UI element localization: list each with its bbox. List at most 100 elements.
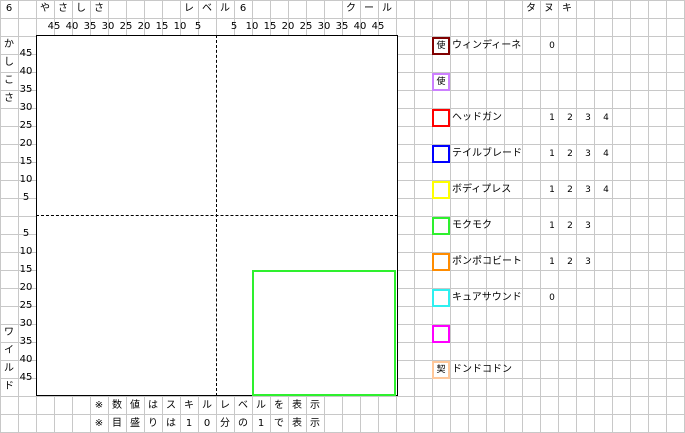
y-tick-label: 40 [19, 66, 33, 77]
note-char: 1 [257, 418, 265, 429]
easy-label-char: し [76, 3, 86, 14]
cool-label-char: ー [364, 3, 374, 14]
y-tick-label: 30 [19, 102, 33, 113]
note-char: ※ [94, 418, 104, 429]
tanuki-header-char: ヌ [544, 3, 554, 14]
x-tick-label: 40 [65, 21, 79, 32]
y-tick-label: 10 [19, 246, 33, 257]
note-char: ル [256, 400, 266, 411]
x-tick-label: 20 [137, 21, 151, 32]
legend-value: 4 [603, 185, 609, 195]
y-tick-label: 45 [19, 48, 33, 59]
legend-value: 3 [585, 113, 591, 123]
y-label-char: か [4, 39, 14, 50]
y-tick-label: 5 [22, 192, 30, 203]
note-char: 数 [112, 400, 122, 411]
note-char: 盛 [130, 418, 140, 429]
x-tick-label: 5 [230, 21, 238, 32]
y-label-char: ワ [4, 327, 14, 338]
legend-value: 1 [549, 221, 555, 231]
y-label-char: イ [4, 345, 14, 356]
legend-value: 4 [603, 113, 609, 123]
legend-value: 2 [567, 185, 573, 195]
legend-swatch [432, 325, 450, 343]
y-tick-label: 20 [19, 138, 33, 149]
legend-value: 3 [585, 221, 591, 231]
y-label-char: し [4, 57, 14, 68]
note-char: は [166, 418, 176, 429]
easy-label-char: や [40, 3, 50, 14]
easy-label-char: さ [58, 3, 68, 14]
x-tick-label: 25 [299, 21, 313, 32]
y-tick-label: 15 [19, 264, 33, 275]
y-label-char: ル [4, 363, 14, 374]
x-tick-label: 10 [173, 21, 187, 32]
x-tick-label: 25 [119, 21, 133, 32]
y-tick-label: 15 [19, 156, 33, 167]
header-left-value: 6 [5, 3, 13, 14]
x-tick-label: 30 [317, 21, 331, 32]
note-char: 目 [112, 418, 122, 429]
legend-value: 1 [549, 113, 555, 123]
legend-label: ドンドコドン [452, 364, 512, 375]
y-tick-label: 45 [19, 372, 33, 383]
legend-swatch [432, 145, 450, 163]
x-tick-label: 10 [245, 21, 259, 32]
legend-value: 3 [585, 257, 591, 267]
note-char: 示 [310, 418, 320, 429]
y-tick-label: 30 [19, 318, 33, 329]
note-char: ※ [94, 400, 104, 411]
tanuki-header-char: タ [526, 3, 536, 14]
note-char: の [238, 418, 248, 429]
y-tick-label: 25 [19, 300, 33, 311]
note-char: 値 [130, 400, 140, 411]
y-tick-label: 10 [19, 174, 33, 185]
note-char: 表 [292, 400, 302, 411]
x-tick-label: 35 [83, 21, 97, 32]
note-char: 分 [220, 418, 230, 429]
legend-label: テイルブレード [452, 148, 522, 159]
level-label-char: レ [184, 3, 194, 14]
legend-label: ヘッドガン [452, 112, 502, 123]
legend-value: 2 [567, 221, 573, 231]
note-char: レ [220, 400, 230, 411]
legend-value: 1 [549, 149, 555, 159]
cool-label-char: ク [346, 3, 356, 14]
y-tick-label: 5 [22, 228, 30, 239]
y-tick-label: 35 [19, 336, 33, 347]
tanuki-header-char: キ [562, 3, 572, 14]
x-tick-label: 20 [281, 21, 295, 32]
y-label-char: ド [4, 381, 14, 392]
note-char: は [148, 400, 158, 411]
legend-label: ボディプレス [452, 184, 512, 195]
y-label-char: さ [4, 93, 14, 104]
legend-value: 3 [585, 185, 591, 195]
header-level-value: 6 [239, 3, 247, 14]
x-tick-label: 35 [335, 21, 349, 32]
x-tick-label: 15 [155, 21, 169, 32]
x-tick-label: 45 [47, 21, 61, 32]
cool-label-char: ル [382, 3, 392, 14]
note-char: ス [166, 400, 176, 411]
note-char: 示 [310, 400, 320, 411]
legend-value: 2 [567, 257, 573, 267]
note-char: ベ [238, 400, 248, 411]
note-char: キ [184, 400, 194, 411]
y-tick-label: 20 [19, 282, 33, 293]
legend-swatch [432, 253, 450, 271]
legend-value: 1 [549, 185, 555, 195]
note-char: 0 [203, 418, 211, 429]
y-label-char: こ [4, 75, 14, 86]
y-tick-label: 40 [19, 354, 33, 365]
x-tick-label: 15 [263, 21, 277, 32]
legend-value: 0 [549, 293, 555, 303]
legend-swatch [432, 181, 450, 199]
legend-value: 0 [549, 41, 555, 51]
legend-label: モクモク [452, 220, 492, 231]
legend-label: ウィンディーネ [452, 40, 522, 51]
horizontal-center-line [36, 215, 398, 216]
note-char: 1 [185, 418, 193, 429]
level-label-char: ベ [202, 3, 212, 14]
legend-swatch [432, 109, 450, 127]
easy-label-char: さ [94, 3, 104, 14]
